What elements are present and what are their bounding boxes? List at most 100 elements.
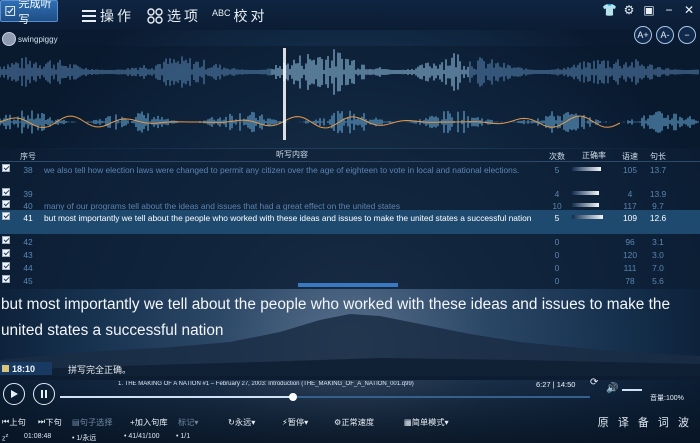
speed-button[interactable]: ⚙ 正常速度 <box>334 416 374 428</box>
row-length: 12.6 <box>649 213 667 223</box>
repeat-label: 永远 <box>234 418 252 427</box>
hamburger-icon <box>82 10 96 22</box>
menu-proofread-label: 校对 <box>233 8 268 24</box>
clock-icon <box>2 365 9 372</box>
prev-sentence-button[interactable]: ⏮ 上句 <box>2 416 26 428</box>
row-number: 42 <box>23 237 33 247</box>
row-checkbox[interactable] <box>2 236 10 244</box>
pause-button[interactable] <box>33 383 55 405</box>
row-accuracy <box>572 198 616 207</box>
gear-icon[interactable]: ⚙ <box>622 3 636 17</box>
status-message: 拼写完全正确。 <box>68 365 132 375</box>
row-checkbox[interactable] <box>2 164 10 172</box>
row-checkbox[interactable] <box>2 275 10 283</box>
menu-operate[interactable]: 操作 <box>82 6 134 26</box>
horizontal-scrollbar[interactable] <box>298 283 398 287</box>
table-row[interactable]: 43 0 120 3.0 <box>0 247 700 260</box>
dictation-app: 完成听写 操作 选项 ABC 校对 👕 ⚙ ▣ − ✕ swingpiggy A… <box>0 0 700 443</box>
row-accuracy <box>572 162 616 171</box>
row-accuracy <box>572 186 616 195</box>
clock-badge: 18:10 <box>0 362 52 375</box>
row-length: 3.1 <box>652 237 664 247</box>
dropdown-icon: ▾ <box>304 418 309 427</box>
repeat-mode-button[interactable]: ↻ 永远 ▾ <box>228 416 255 428</box>
volume-slider[interactable] <box>622 389 642 391</box>
audio-waveform <box>0 49 699 95</box>
next-sentence-button[interactable]: ⏭ 下句 <box>38 416 62 428</box>
progress-track[interactable] <box>60 396 590 398</box>
waveform-panel[interactable] <box>0 46 700 148</box>
repeat-icon[interactable]: ⟳ <box>590 377 598 388</box>
row-checkbox[interactable] <box>2 262 10 270</box>
row-number: 43 <box>23 250 33 260</box>
avatar[interactable] <box>2 32 16 46</box>
accuracy-bar <box>572 191 599 195</box>
row-length: 3.0 <box>652 250 664 260</box>
dropdown-icon: ▾ <box>194 418 199 427</box>
mark-label: 标记 <box>178 418 195 427</box>
abc-check-prefix: ABC <box>212 8 231 18</box>
font-decrease-button[interactable]: A- <box>656 26 674 44</box>
sentence-count: • 41/41/100 <box>124 433 160 440</box>
collapse-button[interactable]: − <box>678 26 696 44</box>
row-wpm: 111 <box>623 263 637 273</box>
play-button[interactable] <box>3 383 25 405</box>
header-length: 句长 <box>650 152 666 161</box>
close-icon[interactable]: ✕ <box>682 3 696 17</box>
track-title: 1. THE MAKING OF A NATION #1 – February … <box>118 381 414 387</box>
row-accuracy <box>572 210 616 219</box>
row-checkbox[interactable] <box>2 212 10 220</box>
font-increase-button[interactable]: A+ <box>634 26 652 44</box>
next-label: 下句 <box>45 418 62 427</box>
menu-proofread[interactable]: ABC 校对 <box>212 6 268 26</box>
row-wpm: 109 <box>623 213 637 223</box>
clock-time: 18:10 <box>12 363 36 374</box>
skin-shirt-icon[interactable]: 👕 <box>602 3 617 17</box>
row-text: we also tell how election laws were chan… <box>44 165 520 175</box>
play-icon <box>11 390 18 398</box>
row-length: 13.7 <box>649 165 667 175</box>
row-checkbox[interactable] <box>2 200 10 208</box>
row-count: 5 <box>554 165 560 175</box>
table-row[interactable]: 42 0 96 3.1 <box>0 234 700 247</box>
prev-icon: ⏮ <box>2 417 10 426</box>
accuracy-bar <box>572 167 601 171</box>
user-info: swingpiggy <box>2 31 58 47</box>
row-accuracy <box>572 247 616 252</box>
menu-operate-label: 操作 <box>100 8 134 24</box>
volume-label: 音量:100% <box>650 395 684 402</box>
row-text <box>42 273 542 277</box>
row-checkbox[interactable] <box>2 249 10 257</box>
repeat-count: • 1/永远 <box>72 435 97 442</box>
minimize-icon[interactable]: − <box>662 3 676 17</box>
table-row[interactable]: 38 we also tell how election laws were ch… <box>0 162 700 186</box>
row-checkbox[interactable] <box>2 188 10 196</box>
table-body: 38 we also tell how election laws were ch… <box>0 162 700 286</box>
row-count: 0 <box>554 237 560 247</box>
table-row[interactable]: 39 4 4 13.9 <box>0 186 700 199</box>
menu-options[interactable]: 选项 <box>147 6 201 26</box>
row-text: but most importantly we tell about the p… <box>44 213 532 223</box>
add-library-label: +加入句库 <box>130 418 168 427</box>
prev-label: 上句 <box>9 418 26 427</box>
add-to-library-button[interactable]: +加入句库 <box>130 416 168 428</box>
next-icon: ⏭ <box>38 417 46 426</box>
finish-dictation-label: 完成听写 <box>18 0 52 26</box>
table-row[interactable]: 40 many of our programs tell about the id… <box>0 198 700 211</box>
volume-icon[interactable]: 🔊 <box>606 383 618 394</box>
table-row[interactable]: 44 0 111 7.0 <box>0 260 700 273</box>
waveform-display <box>0 48 699 140</box>
auto-pause-button[interactable]: ⚡ 暂停 ▾ <box>282 416 308 428</box>
mode-button[interactable]: ▦ 简单模式 ▾ <box>404 416 449 428</box>
row-number: 41 <box>23 213 33 223</box>
resize-icon[interactable]: ▣ <box>642 3 656 17</box>
mark-button[interactable]: 标记 ▾ <box>178 416 199 428</box>
window-controls: 👕 ⚙ ▣ − ✕ <box>602 3 696 17</box>
row-wpm: 105 <box>623 165 637 175</box>
row-accuracy <box>572 273 616 278</box>
table-row[interactable]: 41 but most importantly we tell about the… <box>0 210 700 234</box>
row-text <box>42 234 542 238</box>
row-length: 7.0 <box>652 263 664 273</box>
sentence-select-button[interactable]: ▤ 句子选择 <box>72 416 113 428</box>
finish-dictation-button[interactable]: 完成听写 <box>0 0 58 26</box>
